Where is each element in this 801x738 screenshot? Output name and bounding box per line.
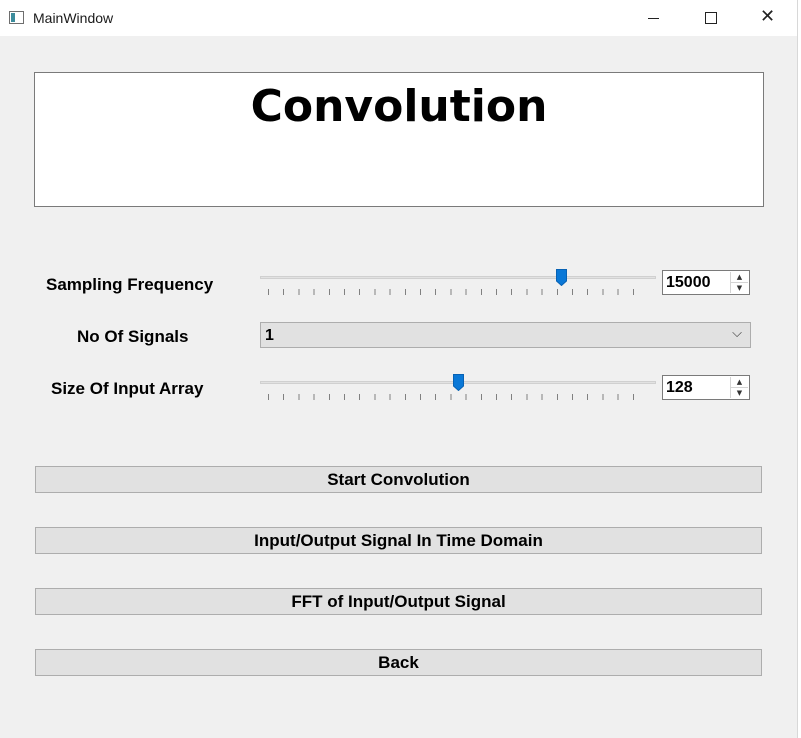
sampling-frequency-slider[interactable]: [260, 269, 656, 300]
time-domain-button[interactable]: Input/Output Signal In Time Domain: [35, 527, 762, 554]
sampling-frequency-spinbox[interactable]: 15000 ▲ ▼: [662, 270, 750, 295]
maximize-icon: [705, 12, 717, 24]
spin-arrows: ▲ ▼: [730, 272, 748, 293]
start-convolution-button[interactable]: Start Convolution: [35, 466, 762, 493]
window-title: MainWindow: [33, 10, 114, 26]
arrow-down-icon[interactable]: ▼: [731, 283, 748, 293]
sampling-frequency-value[interactable]: 15000: [666, 274, 711, 292]
slider-handle[interactable]: [453, 374, 464, 391]
back-button[interactable]: Back: [35, 649, 762, 676]
heading-panel: Convolution: [34, 72, 764, 207]
input-array-size-value[interactable]: 128: [666, 379, 693, 397]
page-title: Convolution: [250, 81, 548, 132]
no-of-signals-dropdown[interactable]: 1 ⌵: [260, 322, 751, 348]
slider-handle[interactable]: [556, 269, 567, 286]
maximize-button[interactable]: [687, 0, 733, 36]
minimize-button[interactable]: [631, 0, 677, 36]
close-icon: ✕: [760, 6, 776, 27]
spin-arrows: ▲ ▼: [730, 377, 748, 398]
slider-ticks: [268, 289, 648, 295]
no-of-signals-value: 1: [265, 327, 274, 344]
main-window: MainWindow ✕ Convolution Sampling Freque…: [0, 0, 798, 738]
slider-ticks: [268, 394, 648, 400]
arrow-up-icon[interactable]: ▲: [731, 272, 748, 283]
minimize-icon: [648, 18, 659, 19]
arrow-down-icon[interactable]: ▼: [731, 388, 748, 398]
chevron-down-icon: ⌵: [732, 326, 742, 341]
close-button[interactable]: ✕: [744, 0, 790, 36]
no-of-signals-label: No Of Signals: [77, 327, 189, 346]
sampling-frequency-label: Sampling Frequency: [46, 275, 214, 294]
input-array-size-label: Size Of Input Array: [51, 379, 204, 398]
input-array-size-spinbox[interactable]: 128 ▲ ▼: [662, 375, 750, 400]
fft-button[interactable]: FFT of Input/Output Signal: [35, 588, 762, 615]
slider-groove: [260, 276, 656, 279]
app-window-icon: [9, 11, 24, 24]
arrow-up-icon[interactable]: ▲: [731, 377, 748, 388]
title-bar[interactable]: MainWindow ✕: [0, 0, 797, 36]
input-array-size-slider[interactable]: [260, 374, 656, 405]
